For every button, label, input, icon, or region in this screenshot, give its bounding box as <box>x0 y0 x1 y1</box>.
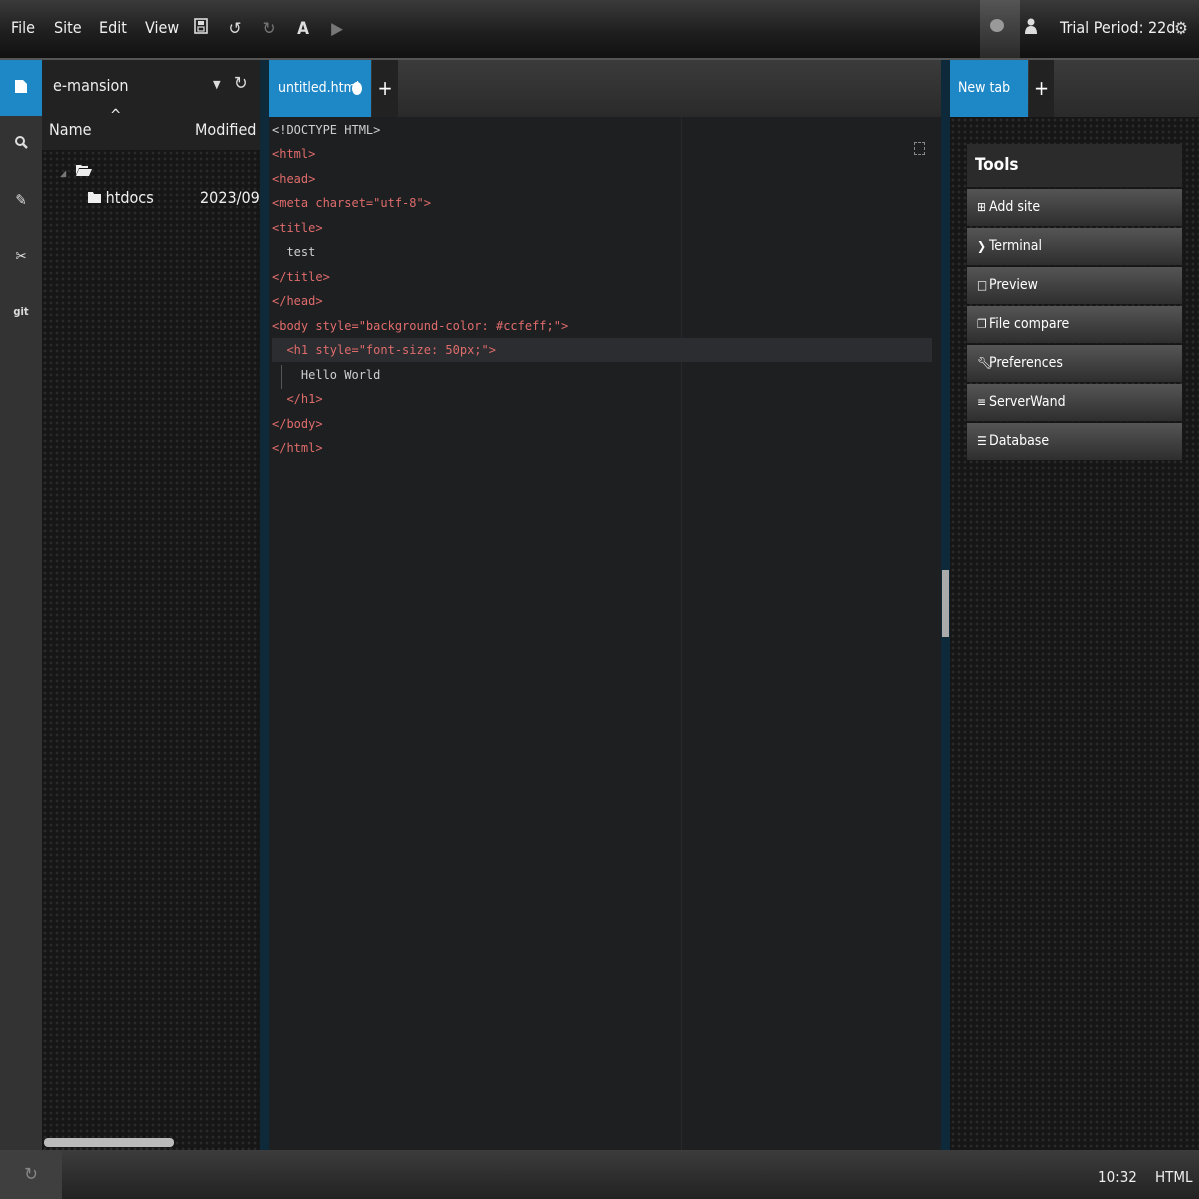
git-button[interactable]: git <box>0 284 42 340</box>
cursor-time: 10:32 <box>1098 1168 1137 1186</box>
site-select[interactable]: e-mansion <box>53 76 128 95</box>
refresh-icon[interactable]: ↻ <box>234 73 248 94</box>
sort-caret-icon: ^ <box>110 106 122 124</box>
scissors-button[interactable]: ✂ <box>0 228 42 284</box>
user-icon[interactable] <box>1016 14 1046 44</box>
undo-icon[interactable]: ↺ <box>220 14 250 44</box>
database-icon: ☰ <box>977 434 987 448</box>
menu-site[interactable]: Site <box>54 18 82 37</box>
menu-bar: File Site Edit View ↺ ↻ A ▶ Trial Period… <box>0 0 1199 60</box>
git-label: git <box>13 305 29 318</box>
monitor-icon: □ <box>977 278 988 292</box>
expand-arrow-icon: ◢ <box>60 169 67 179</box>
tree-item[interactable]: htdocs 2023/09/1 <box>88 188 260 207</box>
scissors-icon: ✂ <box>15 247 27 265</box>
activity-sidebar: ✎ ✂ git <box>0 60 42 1150</box>
menu-file[interactable]: File <box>11 18 35 37</box>
code-line: <meta charset="utf-8"> <box>272 196 431 210</box>
right-panel: Tools ⊞ Add site ❯ Terminal □ Preview ❐ File… <box>950 117 1199 1150</box>
vertical-scrollbar[interactable] <box>942 570 949 637</box>
file-panel: e-mansion ▼ ↻ Name ^ Modified ◢ htdocs 2… <box>42 60 260 1150</box>
folder-open-icon <box>75 165 92 176</box>
tools-panel: Tools ⊞ Add site ❯ Terminal □ Preview ❐ File… <box>967 144 1182 460</box>
code-line: <title> <box>272 221 323 235</box>
code-line-active: <h1 style="font-size: 50px;"> <box>272 338 932 362</box>
tree-item-modified: 2023/09/1 <box>200 188 260 207</box>
tool-add-site[interactable]: ⊞ Add site <box>967 189 1182 226</box>
wrench-icon: 🔧︎ <box>977 356 993 370</box>
add-right-tab-button[interactable]: + <box>1029 60 1054 117</box>
file-icon <box>15 80 27 93</box>
folder-icon <box>88 192 101 203</box>
tool-serverwand[interactable]: ≡ ServerWand <box>967 384 1182 421</box>
chevron-down-icon[interactable]: ▼ <box>213 78 221 91</box>
tab-untitled[interactable]: untitled.html <box>269 60 371 117</box>
code-line: <body style="background-color: #ccfeff;"… <box>272 319 569 333</box>
menu-edit[interactable]: Edit <box>99 18 127 37</box>
files-button[interactable] <box>0 60 42 116</box>
column-name[interactable]: Name <box>49 120 91 139</box>
code-line: </h1> <box>272 392 323 406</box>
unsaved-dot-icon[interactable] <box>352 82 362 95</box>
tree-root[interactable]: ◢ <box>60 164 92 179</box>
pencil-icon: ✎ <box>15 191 27 209</box>
tree-item-name: htdocs <box>105 188 154 207</box>
font-icon[interactable]: A <box>288 14 318 44</box>
search-button[interactable] <box>0 116 42 172</box>
terminal-icon: ❯ <box>977 239 987 253</box>
code-line: </body> <box>272 417 323 431</box>
sync-button[interactable]: ↻ <box>0 1150 62 1199</box>
sync-icon: ↻ <box>24 1164 38 1185</box>
search-icon <box>14 136 28 149</box>
status-bar: ↻ 10:32 HTML <box>0 1150 1199 1199</box>
column-modified[interactable]: Modified <box>195 120 256 139</box>
save-icon[interactable] <box>186 14 216 44</box>
chat-button[interactable] <box>980 0 1020 58</box>
code-line: </title> <box>272 270 330 284</box>
code-line: test <box>272 245 316 259</box>
editor-tab-bar: untitled.html + <box>269 60 941 117</box>
chat-icon <box>990 19 1004 32</box>
code-line: <html> <box>272 147 316 161</box>
code-line: </head> <box>272 294 323 308</box>
tab-label: untitled.html <box>278 80 360 96</box>
language-mode[interactable]: HTML <box>1155 1168 1193 1186</box>
horizontal-scrollbar[interactable] <box>44 1138 174 1147</box>
server-icon: ≡ <box>977 395 987 409</box>
tab-new-label: New tab <box>958 80 1011 96</box>
tool-database[interactable]: ☰ Database <box>967 423 1182 460</box>
tools-title: Tools <box>967 144 1182 187</box>
right-tab-bar: New tab + <box>950 60 1199 117</box>
pencil-button[interactable]: ✎ <box>0 172 42 228</box>
indent-guide <box>281 365 282 389</box>
file-panel-header: e-mansion ▼ ↻ Name ^ Modified <box>42 60 260 150</box>
gear-icon[interactable]: ⚙ <box>1166 14 1196 44</box>
code-line: <head> <box>272 172 316 186</box>
plus-square-icon: ⊞ <box>977 200 987 214</box>
trial-period: Trial Period: 22d <box>1060 18 1176 37</box>
splitter-left[interactable] <box>260 60 269 1150</box>
tool-terminal[interactable]: ❯ Terminal <box>967 228 1182 265</box>
menu-view[interactable]: View <box>145 18 179 37</box>
tool-file-compare[interactable]: ❐ File compare <box>967 306 1182 343</box>
tab-new[interactable]: New tab <box>950 60 1028 117</box>
play-icon[interactable]: ▶ <box>322 14 352 44</box>
code-editor[interactable]: <!DOCTYPE HTML> <html> <head> <meta char… <box>269 117 941 1150</box>
code-line: </html> <box>272 441 323 455</box>
code-line: Hello World <box>272 368 381 382</box>
redo-icon[interactable]: ↻ <box>254 14 284 44</box>
tool-preferences[interactable]: 🔧︎Preferences <box>967 345 1182 382</box>
code-line: <!DOCTYPE HTML> <box>272 123 381 137</box>
add-tab-button[interactable]: + <box>372 60 398 117</box>
files-icon: ❐ <box>977 317 987 331</box>
tool-preview[interactable]: □ Preview <box>967 267 1182 304</box>
